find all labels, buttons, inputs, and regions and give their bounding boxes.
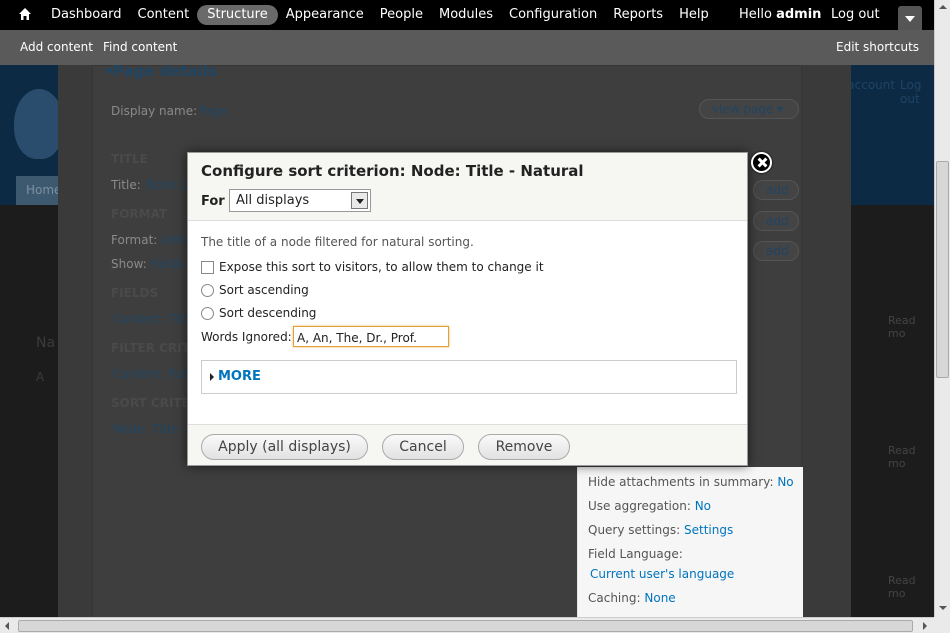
caching-link[interactable]: None bbox=[644, 591, 675, 605]
read-more-link: Read mo bbox=[888, 444, 916, 470]
user-greeting: Hello admin bbox=[739, 7, 821, 22]
vertical-scrollbar[interactable] bbox=[934, 0, 950, 617]
sort-descending-option[interactable]: Sort descending bbox=[201, 306, 316, 320]
sort-descending-label: Sort descending bbox=[219, 306, 317, 320]
bg-logout-link: Log out bbox=[900, 78, 922, 106]
horizontal-scrollbar[interactable] bbox=[0, 617, 934, 633]
cancel-button[interactable]: Cancel bbox=[382, 434, 464, 460]
toolbar-item-modules[interactable]: Modules bbox=[431, 5, 501, 25]
expose-option[interactable]: Expose this sort to visitors, to allow t… bbox=[201, 260, 544, 274]
display-name-value: Page bbox=[199, 104, 229, 118]
toolbar-item-content[interactable]: Content bbox=[130, 5, 198, 25]
toolbar-item-people[interactable]: People bbox=[372, 5, 431, 25]
sort-ascending-radio[interactable] bbox=[201, 283, 214, 297]
home-icon[interactable] bbox=[18, 7, 32, 21]
add-button: add bbox=[753, 241, 799, 261]
field-language-link[interactable]: Current user's language bbox=[590, 567, 734, 581]
home-tab: Home bbox=[16, 176, 64, 205]
scroll-left-icon[interactable] bbox=[5, 622, 9, 630]
show-row-value: Fields bbox=[150, 257, 184, 271]
sidebar-heading: Na bbox=[36, 335, 56, 351]
use-aggregation-row: Use aggregation: No bbox=[588, 499, 712, 513]
display-name-label: Display name: bbox=[111, 104, 198, 118]
more-fieldset[interactable]: MORE bbox=[201, 360, 737, 394]
scroll-up-icon[interactable] bbox=[939, 5, 947, 9]
remove-button[interactable]: Remove bbox=[478, 434, 570, 460]
add-button: add bbox=[753, 180, 799, 200]
close-icon[interactable] bbox=[751, 152, 772, 173]
use-aggregation-link[interactable]: No bbox=[695, 499, 711, 513]
toolbar-menu: Dashboard Content Structure Appearance Peopl… bbox=[43, 0, 717, 30]
apply-button[interactable]: Apply (all displays) bbox=[201, 434, 368, 460]
user-name[interactable]: admin bbox=[776, 7, 821, 22]
find-content-link[interactable]: Find content bbox=[103, 40, 177, 54]
for-display-value: All displays bbox=[236, 193, 310, 208]
toolbar-item-appearance[interactable]: Appearance bbox=[278, 5, 372, 25]
shortcuts-bar: Add content Find content Edit shortcuts bbox=[0, 30, 934, 65]
fields-heading: FIELDS bbox=[111, 286, 159, 300]
words-ignored-label: Words Ignored: bbox=[201, 330, 292, 344]
page-details-toggle: ▾Page details bbox=[105, 65, 217, 80]
hide-attachments-row: Hide attachments in summary: No bbox=[588, 475, 794, 489]
dialog-description: The title of a node filtered for natural… bbox=[201, 235, 474, 249]
scroll-down-icon[interactable] bbox=[939, 606, 947, 610]
shortcut-toggle-button[interactable] bbox=[898, 6, 922, 30]
for-label: For bbox=[201, 194, 225, 209]
chevron-down-icon[interactable] bbox=[351, 192, 368, 209]
more-toggle[interactable]: MORE bbox=[218, 369, 261, 384]
vertical-scroll-thumb[interactable] bbox=[936, 161, 949, 378]
query-settings-row: Query settings: Settings bbox=[588, 523, 734, 537]
drupal-logo bbox=[14, 89, 64, 159]
show-row-label: Show: bbox=[111, 257, 147, 271]
other-settings-list: Hide attachments in summary: No Use aggr… bbox=[577, 467, 803, 617]
toolbar-item-help[interactable]: Help bbox=[671, 5, 717, 25]
scrollbar-corner bbox=[934, 617, 950, 633]
toolbar-item-configuration[interactable]: Configuration bbox=[501, 5, 605, 25]
read-more-link: Read mo bbox=[888, 314, 916, 340]
words-ignored-input[interactable] bbox=[293, 326, 449, 347]
format-row-value: Unfo bbox=[161, 233, 189, 247]
dialog-title: Configure sort criterion: Node: Title - … bbox=[201, 162, 584, 180]
sort-descending-radio[interactable] bbox=[201, 306, 214, 320]
filter-heading: FILTER CRIT bbox=[111, 341, 190, 355]
view-page-button: view page ▾ bbox=[699, 99, 799, 119]
toolbar-item-structure[interactable]: Structure bbox=[197, 5, 278, 25]
horizontal-scroll-thumb[interactable] bbox=[18, 620, 913, 632]
admin-toolbar: Dashboard Content Structure Appearance Peopl… bbox=[0, 0, 934, 30]
edit-shortcuts-link[interactable]: Edit shortcuts bbox=[836, 40, 919, 54]
query-settings-link[interactable]: Settings bbox=[684, 523, 733, 537]
expose-label: Expose this sort to visitors, to allow t… bbox=[219, 260, 544, 274]
configure-sort-dialog: Configure sort criterion: Node: Title - … bbox=[187, 152, 772, 466]
format-row-label: Format: bbox=[111, 233, 158, 247]
toolbar-item-reports[interactable]: Reports bbox=[605, 5, 671, 25]
add-content-link[interactable]: Add content bbox=[20, 40, 93, 54]
field-language-label: Field Language: bbox=[588, 547, 683, 561]
dialog-button-bar: Apply (all displays) Cancel Remove bbox=[188, 424, 747, 465]
expand-arrow-icon bbox=[210, 373, 214, 381]
expose-checkbox[interactable] bbox=[201, 260, 214, 274]
read-more-link: Read mo bbox=[888, 574, 916, 600]
sort-row: Node: Title - bbox=[113, 422, 187, 436]
sidebar-item: A bbox=[36, 370, 45, 384]
sort-ascending-label: Sort ascending bbox=[219, 283, 309, 297]
format-heading: FORMAT bbox=[111, 207, 168, 221]
add-button: add bbox=[753, 211, 799, 231]
hide-attachments-link[interactable]: No bbox=[777, 475, 793, 489]
for-display-select[interactable]: All displays bbox=[229, 189, 371, 212]
scroll-right-icon[interactable] bbox=[923, 622, 927, 630]
caching-row: Caching: None bbox=[588, 591, 676, 605]
logout-link[interactable]: Log out bbox=[831, 7, 880, 22]
title-row-value: Book Li bbox=[146, 178, 190, 192]
hello-text: Hello bbox=[739, 7, 772, 22]
title-row-label: Title: bbox=[111, 178, 141, 192]
sort-ascending-option[interactable]: Sort ascending bbox=[201, 283, 309, 297]
toolbar-item-dashboard[interactable]: Dashboard bbox=[43, 5, 130, 25]
title-heading: TITLE bbox=[111, 152, 148, 166]
fields-row: Content: Title bbox=[113, 312, 195, 326]
filter-row: Content: Pub bbox=[113, 367, 191, 381]
sort-heading: SORT CRITE bbox=[111, 396, 190, 410]
